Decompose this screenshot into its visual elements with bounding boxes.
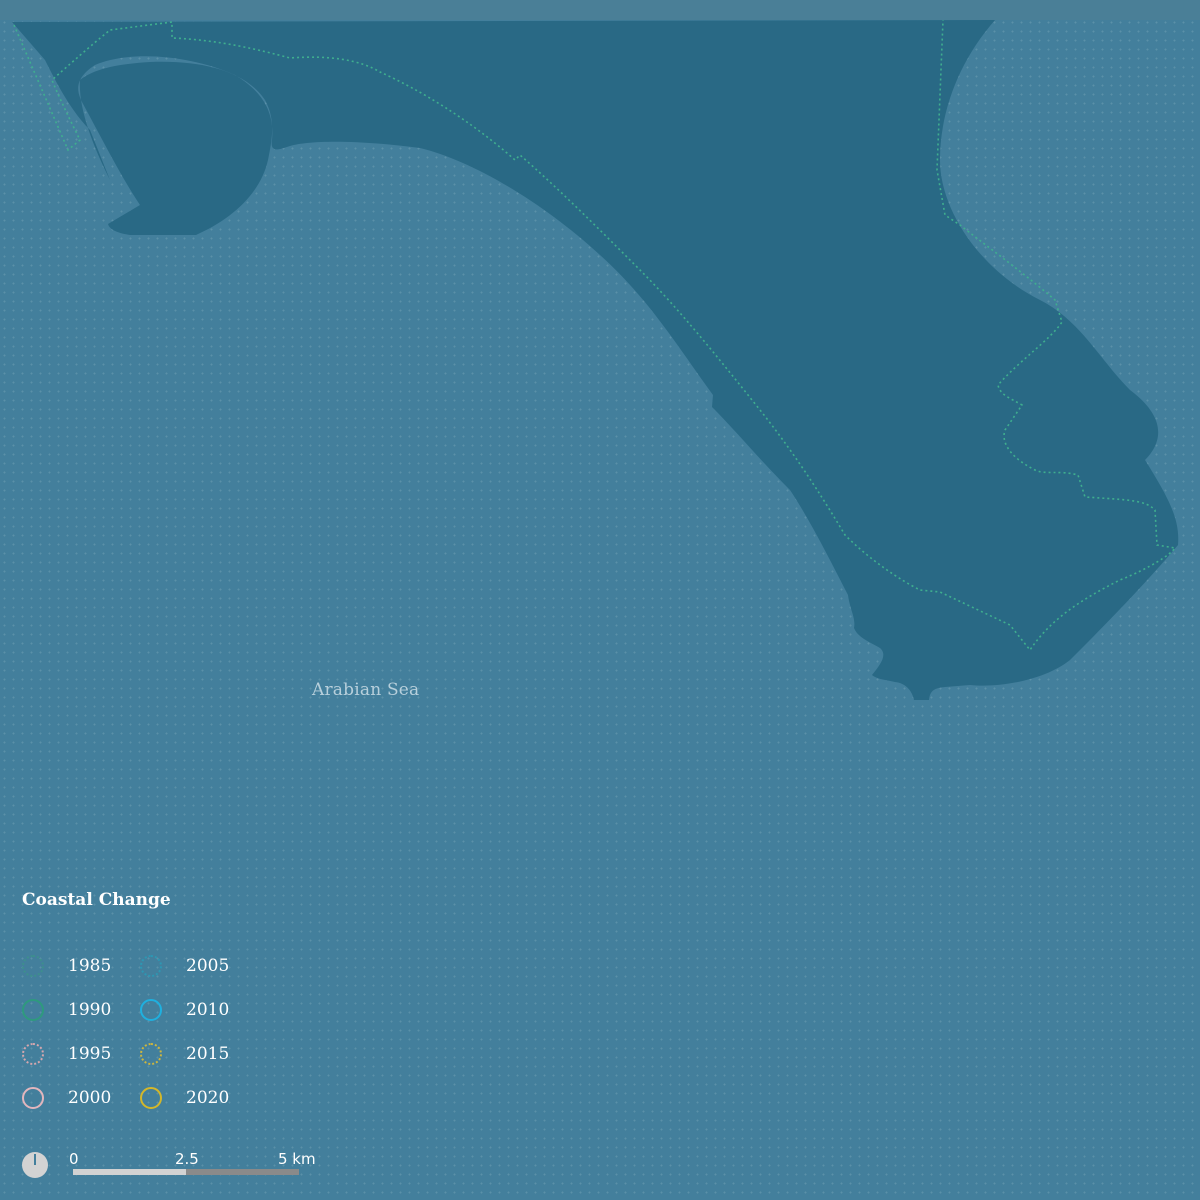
legend-title: Coastal Change bbox=[22, 890, 171, 910]
scale-tick-2-5: 2.5 bbox=[175, 1150, 199, 1168]
sea-label: Arabian Sea bbox=[312, 680, 420, 700]
legend-grid: 1985 1990 1995 2000 2005 2010 2015 2020 bbox=[22, 950, 258, 1126]
legend-item-1995: 1995 bbox=[22, 1038, 140, 1070]
land-mass bbox=[12, 20, 1179, 700]
north-arrow-icon bbox=[22, 1152, 48, 1178]
legend-swatch-1995 bbox=[22, 1043, 44, 1065]
legend-label-2020: 2020 bbox=[186, 1088, 230, 1108]
scale-bar: 0 2.5 5 km bbox=[22, 1150, 322, 1184]
legend-item-2020: 2020 bbox=[140, 1082, 258, 1114]
legend-swatch-1990 bbox=[22, 999, 44, 1021]
scale-bar-graphic bbox=[73, 1169, 299, 1175]
legend-item-2010: 2010 bbox=[140, 994, 258, 1026]
legend-item-2000: 2000 bbox=[22, 1082, 140, 1114]
legend-label-1995: 1995 bbox=[68, 1044, 112, 1064]
legend-item-1985: 1985 bbox=[22, 950, 140, 982]
legend-swatch-2015 bbox=[140, 1043, 162, 1065]
legend-label-2010: 2010 bbox=[186, 1000, 230, 1020]
legend-item-1990: 1990 bbox=[22, 994, 140, 1026]
legend-swatch-1985 bbox=[22, 955, 44, 977]
legend-item-2015: 2015 bbox=[140, 1038, 258, 1070]
legend-swatch-2020 bbox=[140, 1087, 162, 1109]
legend-label-2000: 2000 bbox=[68, 1088, 112, 1108]
legend-item-2005: 2005 bbox=[140, 950, 258, 982]
legend: Coastal Change 1985 1990 1995 2000 2005 … bbox=[22, 890, 258, 1126]
legend-label-2005: 2005 bbox=[186, 956, 230, 976]
legend-swatch-2000 bbox=[22, 1087, 44, 1109]
legend-swatch-2010 bbox=[140, 999, 162, 1021]
legend-label-2015: 2015 bbox=[186, 1044, 230, 1064]
scale-tick-0: 0 bbox=[69, 1150, 79, 1168]
scale-tick-5km: 5 km bbox=[278, 1150, 316, 1168]
legend-label-1985: 1985 bbox=[68, 956, 112, 976]
legend-label-1990: 1990 bbox=[68, 1000, 112, 1020]
legend-swatch-2005 bbox=[140, 955, 162, 977]
map-header-strip bbox=[0, 0, 1200, 20]
